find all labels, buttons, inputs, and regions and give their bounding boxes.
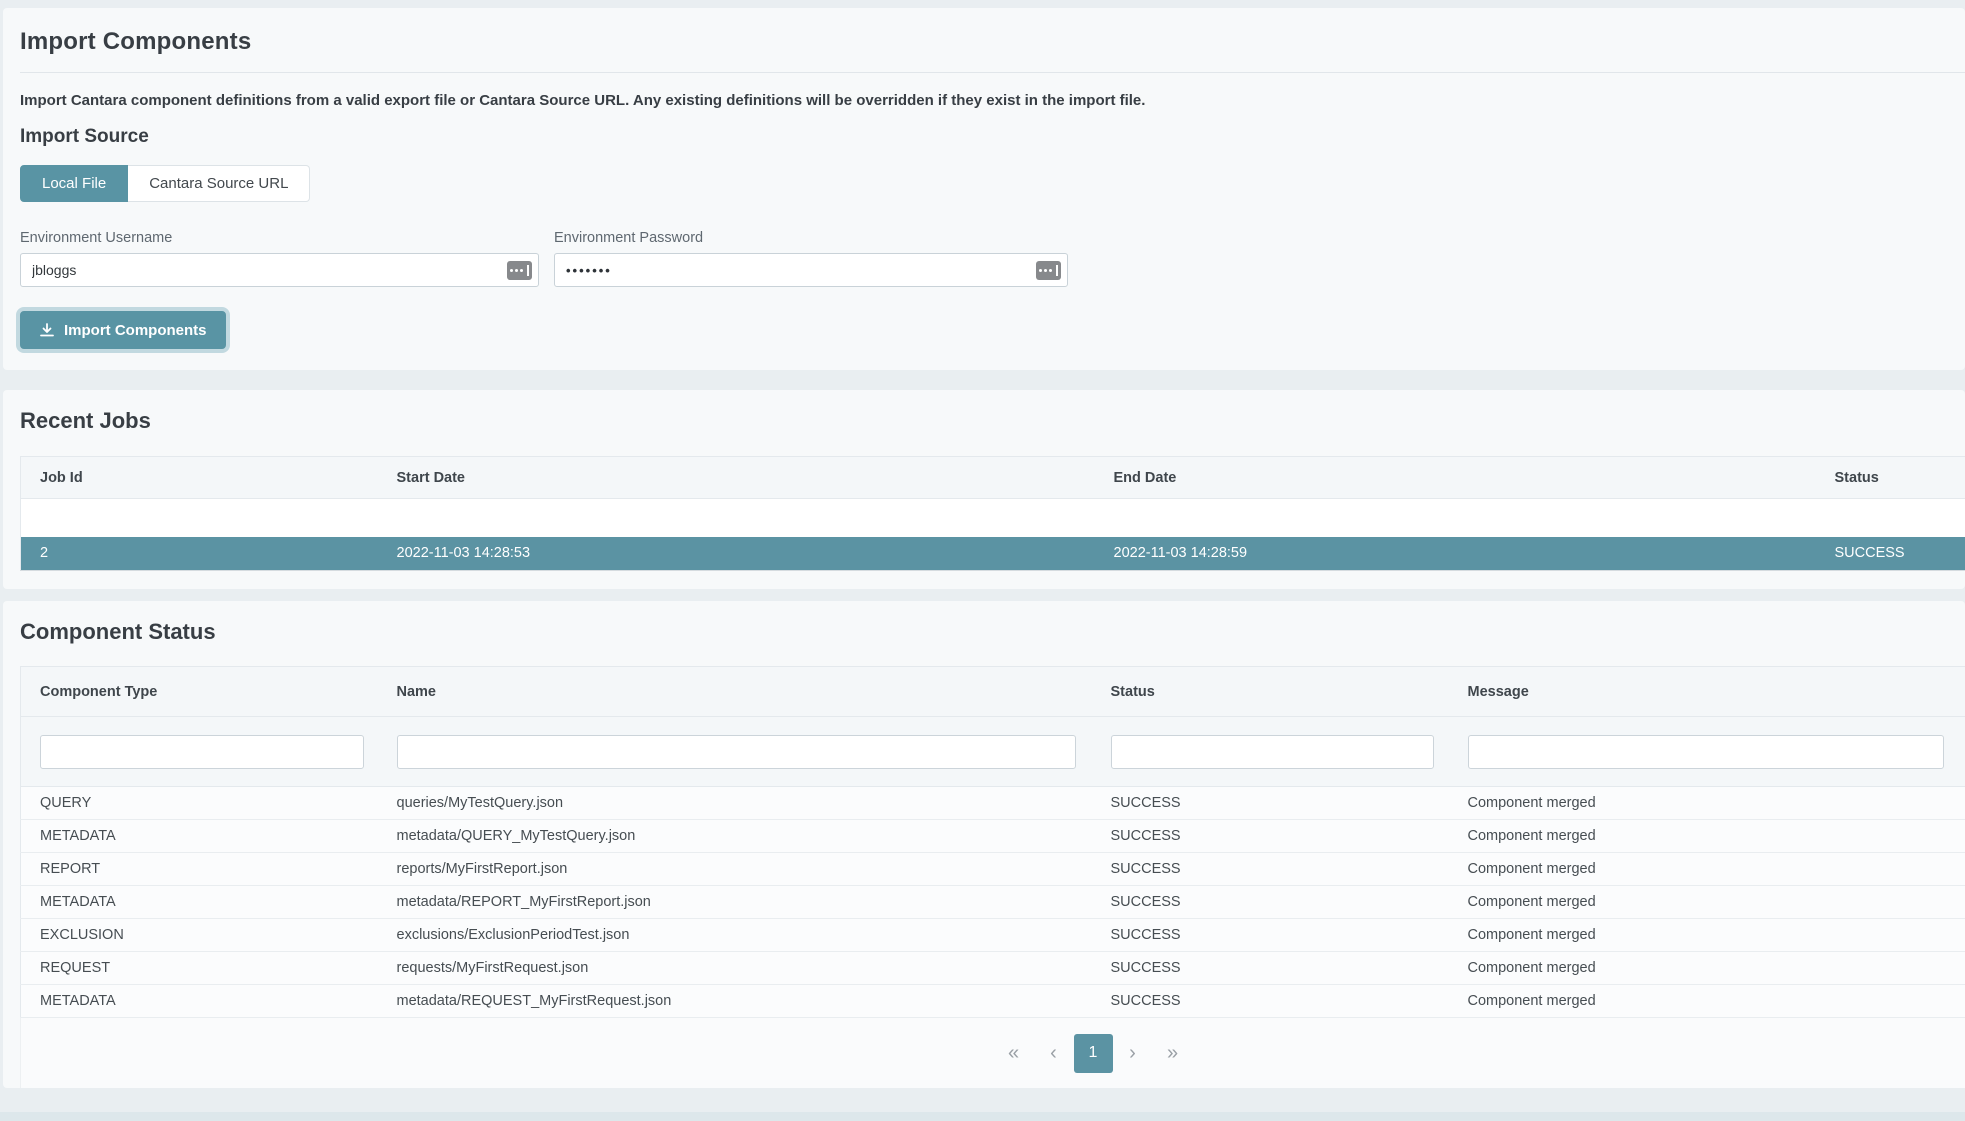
last-page-button[interactable]: » (1153, 1034, 1193, 1073)
component-name-cell: metadata/QUERY_MyTestQuery.json (378, 820, 1092, 853)
column-header-status: Status (1092, 667, 1449, 717)
component-type-cell: REQUEST (21, 952, 378, 985)
component-name-cell: reports/MyFirstReport.json (378, 853, 1092, 886)
bottom-edge-strip (0, 1112, 1965, 1121)
column-header-name: Name (378, 667, 1092, 717)
component-message-cell: Component merged (1449, 919, 1965, 952)
import-components-card: Import Components Import Cantara compone… (3, 8, 1965, 370)
component-row: METADATA metadata/REPORT_MyFirstReport.j… (21, 886, 1965, 919)
component-name-cell: metadata/REQUEST_MyFirstRequest.json (378, 985, 1092, 1018)
recent-jobs-header-row: Job Id Start Date End Date Status (21, 457, 1965, 499)
component-row: QUERY queries/MyTestQuery.json SUCCESS C… (21, 787, 1965, 820)
page-title: Import Components (20, 28, 1965, 56)
component-type-cell: EXCLUSION (21, 919, 378, 952)
recent-jobs-card: Recent Jobs Job Id Start Date End Date S… (3, 390, 1965, 589)
username-label: Environment Username (20, 230, 539, 246)
paginator: « ‹ 1 › » (20, 1018, 1965, 1088)
component-type-cell: REPORT (21, 853, 378, 886)
page: Import Components Import Cantara compone… (0, 0, 1965, 1088)
component-type-cell: METADATA (21, 985, 378, 1018)
component-status-header-row: Component Type Name Status Message (21, 667, 1965, 717)
component-name-cell: queries/MyTestQuery.json (378, 787, 1092, 820)
component-status-card: Component Status Component Type Name Sta… (3, 601, 1965, 1088)
column-header-status: Status (1816, 457, 1965, 499)
column-header-job-id: Job Id (21, 457, 378, 499)
component-row: REQUEST requests/MyFirstRequest.json SUC… (21, 952, 1965, 985)
username-field-group: Environment Username (20, 230, 539, 287)
title-divider (20, 72, 1965, 73)
component-status-cell: SUCCESS (1092, 952, 1449, 985)
component-message-cell: Component merged (1449, 886, 1965, 919)
component-status-cell: SUCCESS (1092, 919, 1449, 952)
job-row-selected[interactable]: 2 2022-11-03 14:28:53 2022-11-03 14:28:5… (21, 537, 1965, 571)
name-filter-input[interactable] (397, 735, 1076, 769)
message-filter-input[interactable] (1468, 735, 1944, 769)
environment-username-input[interactable] (20, 253, 539, 287)
component-name-cell: requests/MyFirstRequest.json (378, 952, 1092, 985)
job-id-cell: 2 (21, 537, 378, 571)
component-name-cell: exclusions/ExclusionPeriodTest.json (378, 919, 1092, 952)
password-label: Environment Password (554, 230, 1068, 246)
column-header-message: Message (1449, 667, 1965, 717)
empty-row (21, 499, 1965, 537)
component-status-cell: SUCCESS (1092, 787, 1449, 820)
component-message-cell: Component merged (1449, 853, 1965, 886)
tab-cantara-source-url-label: Cantara Source URL (149, 175, 288, 192)
component-type-cell: QUERY (21, 787, 378, 820)
previous-page-button[interactable]: ‹ (1034, 1034, 1074, 1073)
component-status-table: Component Type Name Status Message QUERY… (20, 666, 1965, 1018)
component-message-cell: Component merged (1449, 820, 1965, 853)
component-status-cell: SUCCESS (1092, 853, 1449, 886)
download-icon (39, 322, 55, 338)
component-status-cell: SUCCESS (1092, 820, 1449, 853)
import-components-button[interactable]: Import Components (20, 311, 226, 349)
current-page-button[interactable]: 1 (1074, 1034, 1113, 1073)
next-page-button[interactable]: › (1113, 1034, 1153, 1073)
component-message-cell: Component merged (1449, 952, 1965, 985)
component-name-cell: metadata/REPORT_MyFirstReport.json (378, 886, 1092, 919)
column-header-start-date: Start Date (378, 457, 1095, 499)
job-start-date-cell: 2022-11-03 14:28:53 (378, 537, 1095, 571)
credentials-form-row: Environment Username Environment Passwor… (20, 230, 1965, 287)
tab-cantara-source-url[interactable]: Cantara Source URL (128, 165, 310, 202)
column-header-component-type: Component Type (21, 667, 378, 717)
component-status-filter-row (21, 717, 1965, 787)
environment-password-input[interactable] (554, 253, 1068, 287)
import-description: Import Cantara component definitions fro… (20, 92, 1965, 109)
component-type-filter-input[interactable] (40, 735, 364, 769)
component-row: EXCLUSION exclusions/ExclusionPeriodTest… (21, 919, 1965, 952)
import-source-tabset: Local File Cantara Source URL (20, 165, 1965, 202)
component-row: REPORT reports/MyFirstReport.json SUCCES… (21, 853, 1965, 886)
password-field-group: Environment Password (554, 230, 1068, 287)
job-status-cell: SUCCESS (1816, 537, 1965, 571)
component-type-cell: METADATA (21, 886, 378, 919)
component-type-cell: METADATA (21, 820, 378, 853)
autofill-icon[interactable] (507, 261, 532, 280)
status-filter-input[interactable] (1111, 735, 1434, 769)
component-status-title: Component Status (3, 601, 1965, 645)
import-source-heading: Import Source (20, 126, 1965, 148)
component-status-cell: SUCCESS (1092, 985, 1449, 1018)
first-page-button[interactable]: « (994, 1034, 1034, 1073)
import-components-button-label: Import Components (64, 322, 207, 339)
component-message-cell: Component merged (1449, 985, 1965, 1018)
component-row: METADATA metadata/REQUEST_MyFirstRequest… (21, 985, 1965, 1018)
tab-local-file-label: Local File (42, 175, 106, 192)
component-row: METADATA metadata/QUERY_MyTestQuery.json… (21, 820, 1965, 853)
tab-local-file[interactable]: Local File (20, 165, 128, 202)
recent-jobs-table: Job Id Start Date End Date Status 2 2022… (20, 456, 1965, 571)
component-message-cell: Component merged (1449, 787, 1965, 820)
component-status-cell: SUCCESS (1092, 886, 1449, 919)
job-end-date-cell: 2022-11-03 14:28:59 (1095, 537, 1816, 571)
column-header-end-date: End Date (1095, 457, 1816, 499)
recent-jobs-title: Recent Jobs (3, 390, 1965, 434)
autofill-icon[interactable] (1036, 261, 1061, 280)
